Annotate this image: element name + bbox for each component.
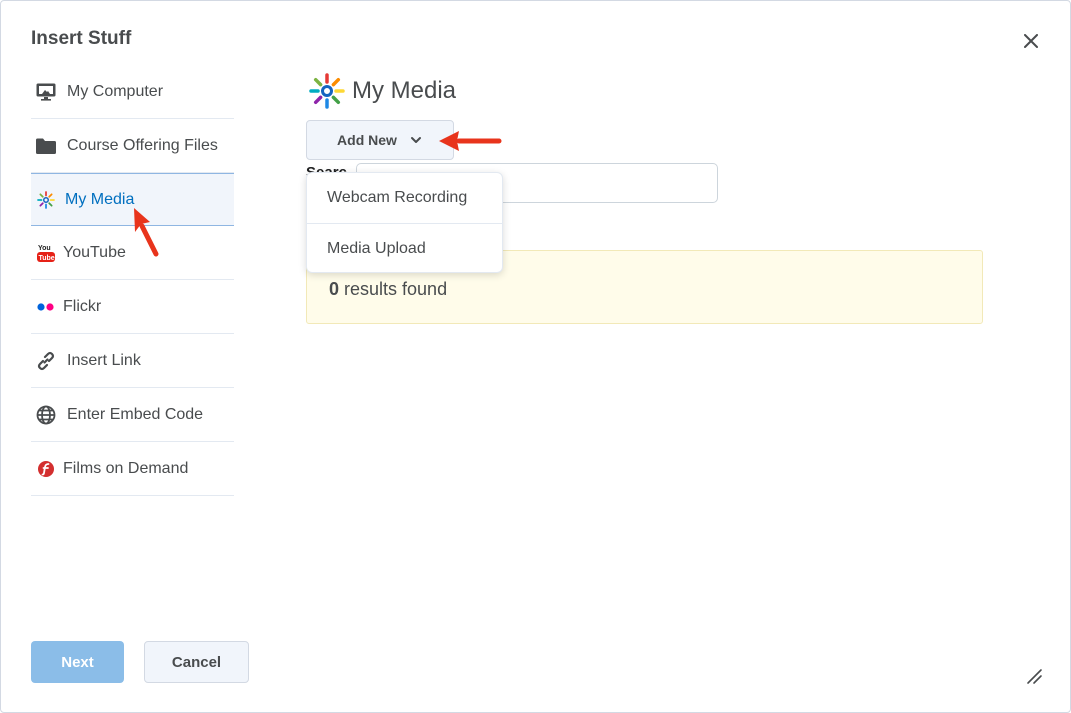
svg-text:Tube: Tube: [39, 255, 55, 262]
sidebar-item-enter-embed-code[interactable]: Enter Embed Code: [31, 388, 234, 442]
page-title: My Media: [309, 73, 456, 109]
chevron-down-icon: [409, 133, 423, 147]
my-media-icon: [35, 189, 57, 211]
add-new-label: Add New: [337, 132, 397, 148]
menu-item-media-upload[interactable]: Media Upload: [307, 223, 502, 274]
results-label: results found: [339, 279, 448, 299]
sidebar-item-label: Flickr: [63, 297, 102, 315]
films-on-demand-icon: [35, 458, 57, 480]
results-message: 0 results found: [329, 279, 447, 300]
sidebar-item-flickr[interactable]: Flickr: [31, 280, 234, 334]
sidebar-item-label: My Media: [65, 190, 135, 208]
sidebar-item-label: Films on Demand: [63, 459, 189, 477]
add-new-dropdown-menu: Webcam Recording Media Upload: [306, 172, 503, 273]
globe-icon: [35, 404, 57, 426]
page-title-text: My Media: [352, 77, 457, 104]
results-count: 0: [329, 279, 340, 299]
cancel-button[interactable]: Cancel: [144, 641, 249, 683]
sidebar-item-label: Insert Link: [67, 351, 141, 369]
folder-icon: [35, 135, 57, 157]
sidebar-item-label: Enter Embed Code: [67, 405, 204, 423]
sidebar-item-label: Course Offering Files: [67, 136, 218, 154]
sidebar-item-insert-link[interactable]: Insert Link: [31, 334, 234, 388]
sidebar-item-youtube[interactable]: You Tube YouTube: [31, 226, 234, 280]
insert-stuff-dialog: Insert Stuff My Computer Course Offering…: [0, 0, 1071, 713]
sidebar-item-films-on-demand[interactable]: Films on Demand: [31, 442, 234, 496]
sidebar-item-my-computer[interactable]: My Computer: [31, 65, 234, 119]
resize-handle-icon[interactable]: [1025, 667, 1043, 685]
sidebar-item-label: YouTube: [63, 243, 126, 261]
add-new-button[interactable]: Add New: [306, 120, 454, 160]
next-button[interactable]: Next: [31, 641, 124, 683]
sidebar-item-course-offering-files[interactable]: Course Offering Files: [31, 119, 234, 173]
close-icon[interactable]: [1020, 30, 1042, 52]
youtube-icon: You Tube: [35, 242, 57, 264]
menu-item-webcam-recording[interactable]: Webcam Recording: [307, 173, 502, 223]
sidebar: My Computer Course Offering Files My Med…: [31, 65, 234, 496]
my-media-icon: [309, 73, 345, 109]
sidebar-item-label: My Computer: [67, 82, 164, 100]
sidebar-item-my-media[interactable]: My Media: [31, 173, 234, 226]
flickr-icon: [35, 296, 57, 318]
monitor-icon: [35, 81, 57, 103]
link-icon: [35, 350, 57, 372]
dialog-title: Insert Stuff: [31, 28, 132, 49]
svg-text:You: You: [38, 245, 51, 252]
